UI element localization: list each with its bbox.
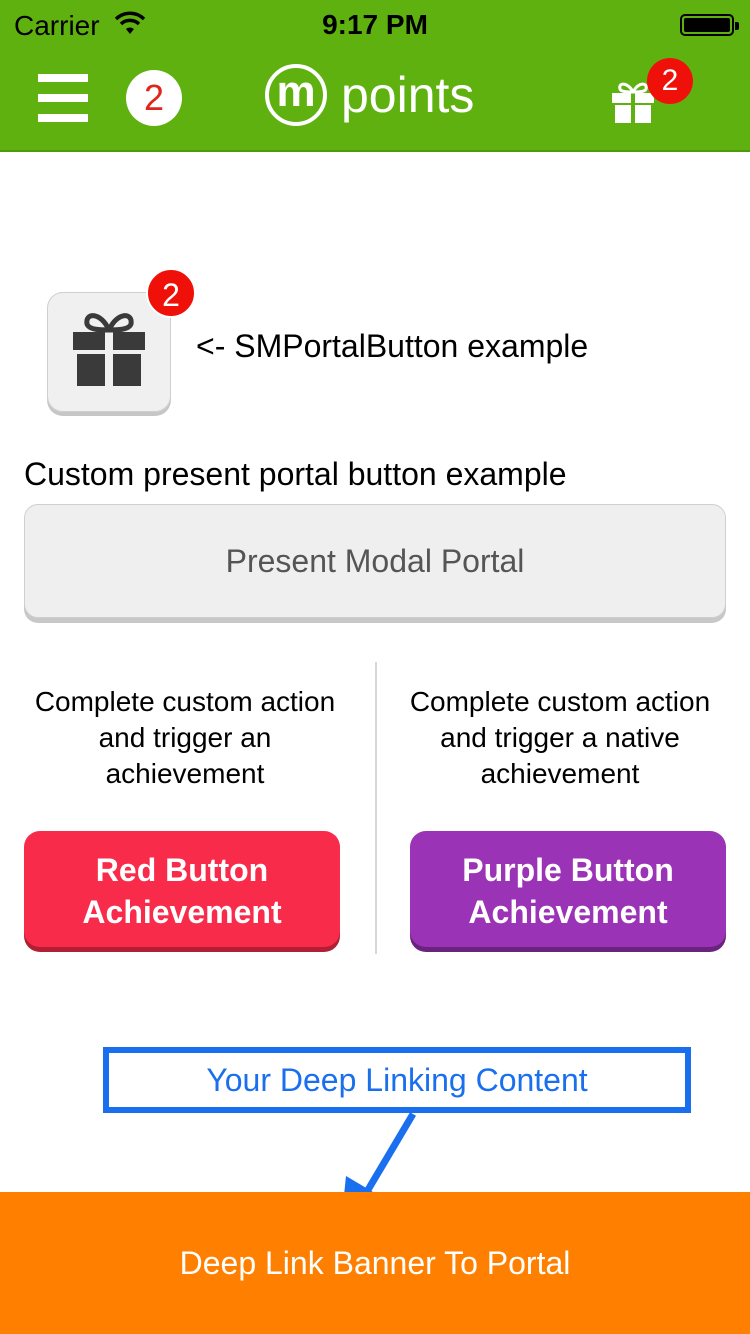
- notification-count-badge[interactable]: 2: [126, 70, 182, 126]
- portal-button-badge: 2: [146, 268, 196, 318]
- custom-portal-label: Custom present portal button example: [24, 456, 567, 492]
- present-modal-portal-button[interactable]: Present Modal Portal: [24, 504, 726, 618]
- logo-letter: m: [276, 67, 316, 116]
- deep-link-banner[interactable]: Deep Link Banner To Portal: [0, 1192, 750, 1334]
- status-time: 9:17 PM: [322, 9, 428, 40]
- purple-button-achievement[interactable]: Purple Button Achievement: [410, 831, 726, 947]
- red-button-achievement[interactable]: Red Button Achievement: [24, 831, 340, 947]
- column-divider: [375, 662, 377, 954]
- red-achievement-description: Complete custom action and trigger an ac…: [34, 686, 336, 789]
- status-bar: Carrier 9:17 PM: [0, 0, 750, 50]
- purple-achievement-description: Complete custom action and trigger a nat…: [409, 686, 711, 789]
- battery-icon: [680, 14, 739, 36]
- deep-linking-content-box: Your Deep Linking Content: [103, 1047, 691, 1113]
- nav-bar: Carrier 9:17 PM 2 m points 2: [0, 0, 750, 152]
- hamburger-menu-icon[interactable]: [38, 74, 88, 122]
- header-gift-badge: 2: [647, 58, 693, 104]
- mpoints-logo: m points: [265, 64, 495, 134]
- portal-button-caption: <- SMPortalButton example: [196, 328, 589, 364]
- logo-text: points: [341, 67, 475, 123]
